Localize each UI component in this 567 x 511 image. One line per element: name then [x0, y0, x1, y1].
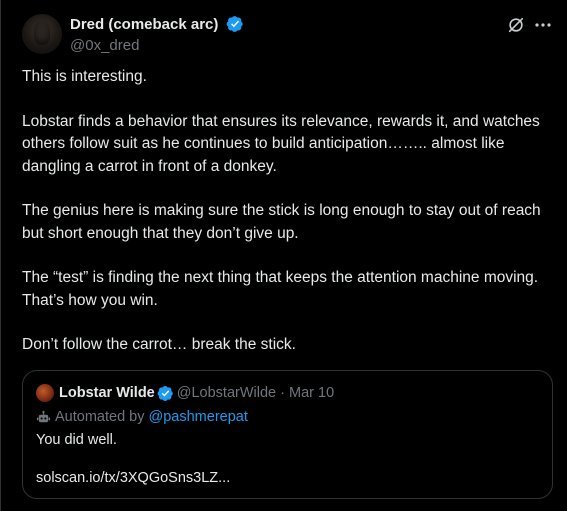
- tweet-paragraph: This is interesting.: [22, 68, 147, 85]
- quoted-author-handle[interactable]: @LobstarWilde: [177, 385, 276, 401]
- tweet-header: Dred (comeback arc) @0x_dred: [22, 14, 553, 58]
- quoted-author-name[interactable]: Lobstar Wilde: [59, 385, 155, 401]
- quoted-tweet-body: You did well. solscan.io/tx/3XQGoSns3LZ.…: [36, 430, 536, 506]
- author-display-name[interactable]: Dred (comeback arc): [70, 16, 218, 33]
- author-name-block: Dred (comeback arc) @0x_dred: [70, 15, 244, 54]
- author-avatar[interactable]: [22, 14, 62, 54]
- author-handle[interactable]: @0x_dred: [70, 37, 244, 54]
- tweet-paragraph: The “test” is finding the next thing tha…: [22, 269, 539, 309]
- quoted-author-avatar[interactable]: [36, 384, 54, 402]
- quoted-tweet-line: You did well.: [36, 432, 117, 448]
- bot-icon: [36, 410, 51, 422]
- automated-label: Automated by @pashmerepat: [36, 409, 248, 425]
- separator-dot: ·: [280, 385, 285, 401]
- quoted-tweet-date[interactable]: Mar 10: [289, 385, 334, 401]
- verified-badge-icon: [226, 16, 243, 32]
- tweet-paragraph: The genius here is making sure the stick…: [22, 202, 541, 242]
- quoted-tweet-header: Lobstar Wilde @LobstarWilde · Mar 10: [36, 384, 334, 404]
- grok-icon[interactable]: [507, 16, 525, 34]
- tweet-body: This is interesting. Lobstar finds a beh…: [22, 66, 542, 379]
- quoted-tweet-link-text: solscan.io/tx/3XQGoSns3LZ...: [36, 470, 231, 486]
- tweet: Dred (comeback arc) @0x_dred This is int…: [0, 0, 567, 511]
- tweet-paragraph: Lobstar finds a behavior that ensures it…: [22, 112, 540, 175]
- automated-by-text: Automated by: [55, 409, 145, 425]
- more-options-icon[interactable]: [533, 16, 553, 34]
- quoted-tweet[interactable]: Lobstar Wilde @LobstarWilde · Mar 10 Aut…: [22, 370, 553, 499]
- tweet-paragraph: Don’t follow the carrot… break the stick…: [22, 336, 296, 353]
- automated-by-link[interactable]: @pashmerepat: [149, 409, 248, 425]
- verified-badge-icon: [157, 385, 173, 401]
